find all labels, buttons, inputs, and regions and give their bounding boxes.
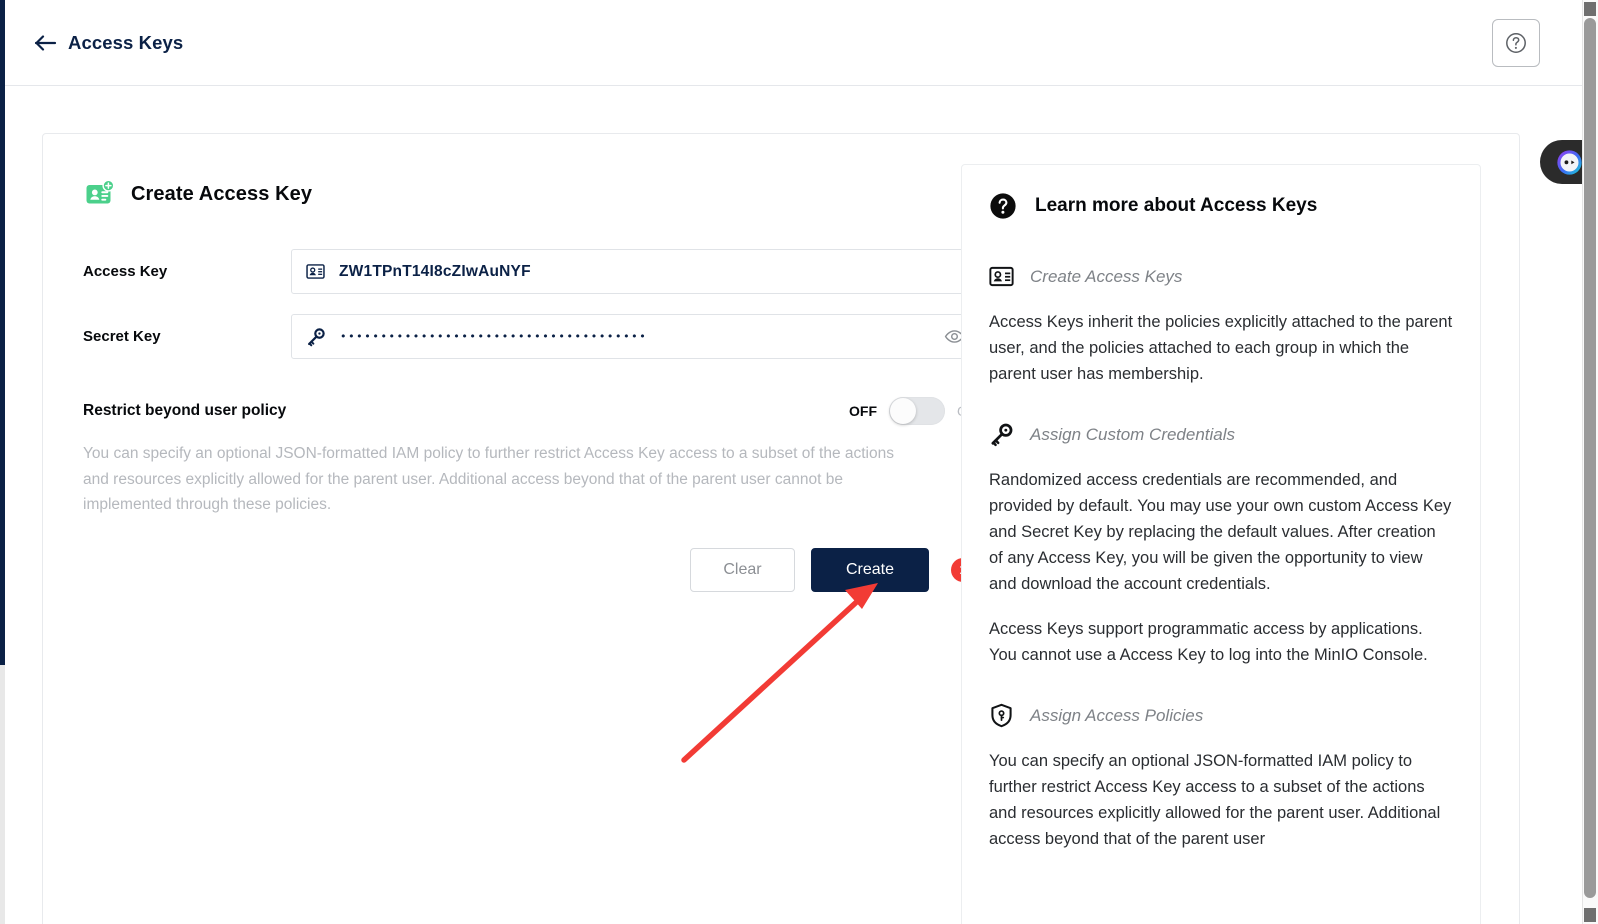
access-key-value: ZW1TPnT14I8cZIwAuNYF — [339, 262, 531, 280]
info-section-title: Assign Access Policies — [1030, 705, 1204, 725]
left-nav-rail-bottom — [0, 665, 5, 924]
info-paragraph: Access Keys support programmatic access … — [989, 620, 1428, 664]
restrict-policy-label: Restrict beyond user policy — [83, 402, 287, 419]
shield-icon — [991, 703, 1012, 728]
id-card-plus-icon — [86, 179, 115, 204]
form-section-header: Create Access Key — [85, 179, 978, 209]
secret-key-input[interactable]: •••••••••••••••••••••••••••••••••••••• — [291, 314, 978, 359]
info-section-title: Assign Custom Credentials — [1030, 424, 1236, 444]
learn-more-header: Learn more about Access Keys — [989, 192, 1453, 220]
secret-key-row: Secret Key •••••••••••••••••••••••••••••… — [83, 314, 978, 359]
question-circle-icon — [1506, 33, 1526, 53]
restrict-policy-switch[interactable] — [889, 397, 945, 425]
id-card-icon — [306, 262, 325, 281]
info-section-heading: Assign Custom Credentials — [989, 422, 1453, 447]
section-title: Create Access Key — [131, 182, 313, 205]
learn-more-title: Learn more about Access Keys — [1035, 195, 1318, 216]
key-icon — [991, 423, 1013, 447]
assistant-face-icon — [1556, 149, 1582, 175]
restrict-policy-toggle-group: OFF ON — [849, 397, 978, 425]
key-icon — [306, 327, 326, 347]
create-button[interactable]: Create — [811, 547, 929, 592]
info-paragraph: Access Keys inherit the policies explici… — [989, 313, 1453, 383]
help-button[interactable] — [1492, 19, 1540, 67]
info-section-heading: Assign Access Policies — [989, 703, 1453, 728]
learn-more-panel: Learn more about Access Keys Create Acce… — [961, 164, 1481, 924]
switch-knob — [890, 398, 916, 424]
scrollbar-up-arrow[interactable] — [1584, 2, 1596, 16]
page-title: Access Keys — [68, 31, 184, 53]
toggle-off-label: OFF — [849, 403, 877, 419]
id-card-icon — [989, 266, 1014, 287]
left-nav-rail — [0, 0, 5, 665]
page-scrollbar[interactable] — [1582, 0, 1598, 924]
secret-key-value: •••••••••••••••••••••••••••••••••••••• — [340, 331, 648, 342]
create-access-key-card: Create Access Key Access Key ZW1TPnT14I8… — [42, 133, 1520, 924]
info-paragraph: Randomized access credentials are recomm… — [989, 471, 1452, 593]
info-section-title: Create Access Keys — [1030, 266, 1183, 286]
form-actions: Clear Create 1 — [83, 547, 978, 592]
info-section-heading: Create Access Keys — [989, 264, 1453, 289]
access-key-label: Access Key — [83, 263, 168, 280]
question-mark-filled-icon — [990, 193, 1016, 219]
restrict-policy-row: Restrict beyond user policy OFF ON — [83, 397, 978, 425]
clear-button[interactable]: Clear — [690, 547, 795, 592]
restrict-policy-help-text: You can specify an optional JSON-formatt… — [83, 445, 894, 513]
page-header: Access Keys — [5, 0, 1598, 86]
access-key-form: Create Access Key Access Key ZW1TPnT14I8… — [83, 179, 978, 592]
info-paragraph: You can specify an optional JSON-formatt… — [989, 752, 1441, 848]
scrollbar-thumb[interactable] — [1584, 18, 1596, 898]
arrow-left-icon[interactable] — [34, 31, 58, 55]
access-key-row: Access Key ZW1TPnT14I8cZIwAuNYF — [83, 249, 978, 294]
scrollbar-down-arrow[interactable] — [1584, 908, 1596, 922]
access-key-input[interactable]: ZW1TPnT14I8cZIwAuNYF — [291, 249, 978, 294]
secret-key-label: Secret Key — [83, 328, 161, 345]
